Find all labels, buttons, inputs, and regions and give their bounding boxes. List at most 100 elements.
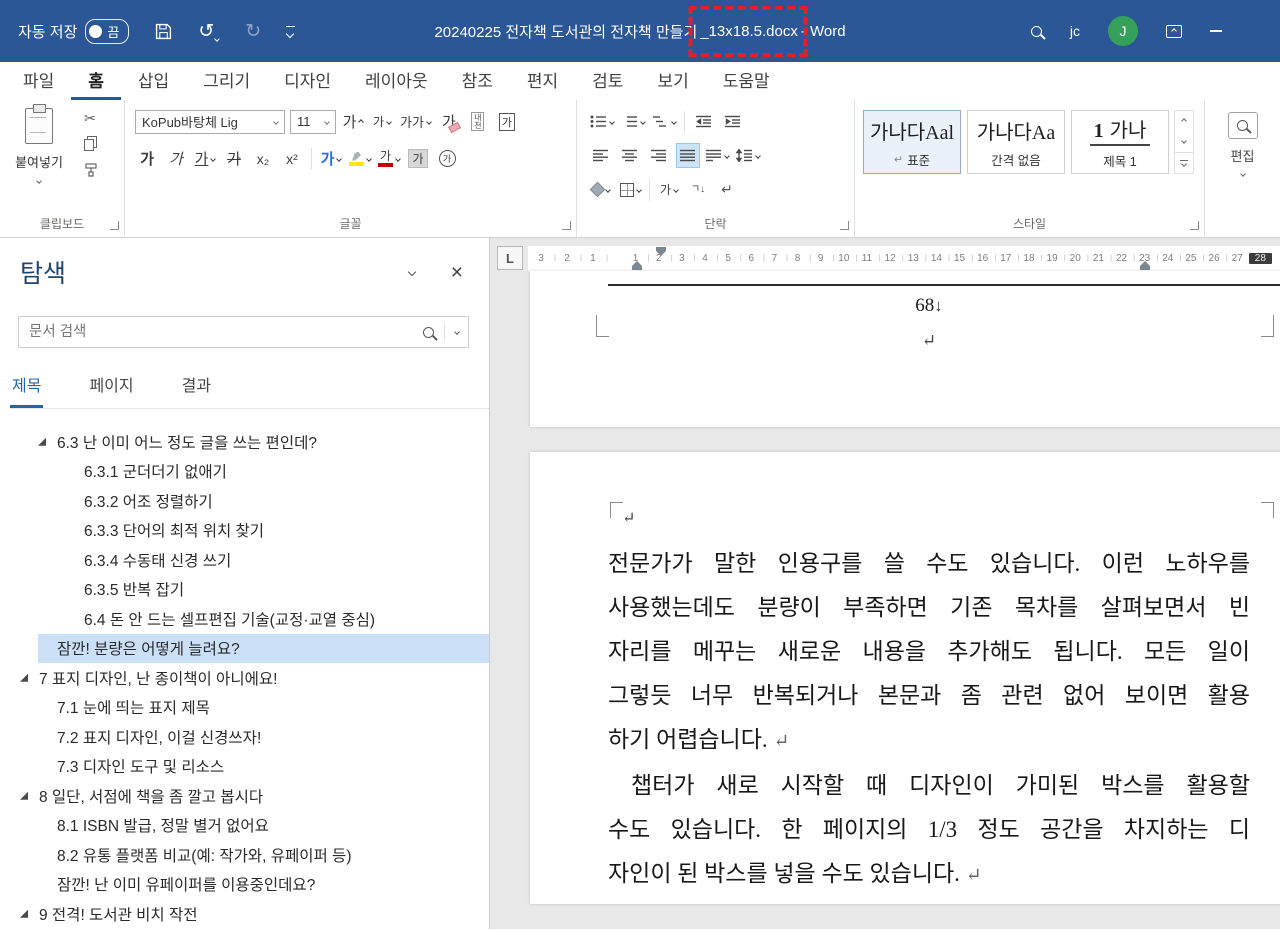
shading-button[interactable]	[589, 177, 613, 202]
paste-button[interactable]: 붙여넣기	[6, 104, 72, 216]
autosave-toggle[interactable]: 자동 저장 끔	[18, 18, 130, 44]
bullet-list-button[interactable]	[589, 109, 615, 134]
grow-font-button[interactable]: 가	[341, 109, 365, 134]
navigation-tab[interactable]: 제목	[10, 372, 44, 408]
styles-dialog-launcher[interactable]	[1190, 221, 1199, 230]
show-formatting-marks-button[interactable]: ↵	[715, 177, 739, 202]
ribbon-tab[interactable]: 홈	[71, 62, 121, 100]
style-card[interactable]: 가나다Aal ↵ 표준	[863, 110, 961, 174]
increase-indent-button[interactable]	[721, 109, 745, 134]
nav-heading-item[interactable]: 8.1 ISBN 발급, 정말 별거 없어요	[38, 811, 489, 841]
style-card[interactable]: 1 가나 제목 1	[1071, 110, 1169, 174]
ribbon-tab[interactable]: 참조	[445, 62, 510, 100]
nav-heading-item[interactable]: 6.4 돈 안 드는 셀프편집 기술(교정·교열 중심)	[84, 604, 489, 634]
navigation-tab[interactable]: 페이지	[87, 372, 135, 408]
gallery-scroll-down-button[interactable]	[1175, 131, 1193, 151]
numbered-list-button[interactable]	[620, 109, 646, 134]
clear-formatting-button[interactable]: 가	[437, 109, 461, 134]
nav-heading-item[interactable]: 7 표지 디자인, 난 종이책이 아니에요!	[20, 663, 489, 693]
line-spacing-button[interactable]	[735, 143, 761, 168]
nav-heading-item[interactable]: 6.3.5 반복 잡기	[84, 575, 489, 605]
undo-button[interactable]: ↺	[198, 22, 221, 42]
strikethrough-button[interactable]: 가	[222, 146, 246, 171]
justify-button[interactable]	[676, 143, 700, 168]
nav-heading-item[interactable]: 8.2 유통 플랫폼 비교(예: 작가와, 유페이퍼 등)	[38, 840, 489, 870]
ribbon-tab[interactable]: 파일	[6, 62, 71, 100]
pane-options-chevron-icon[interactable]	[407, 267, 416, 277]
character-alignment-button[interactable]: 가	[657, 177, 681, 202]
multilevel-list-button[interactable]	[651, 109, 677, 134]
search-icon[interactable]	[1030, 25, 1042, 37]
document-page-previous[interactable]: 68↓ ↵	[530, 271, 1280, 427]
close-pane-icon[interactable]: ×	[451, 262, 463, 283]
font-size-combo[interactable]: 11	[290, 109, 336, 134]
nav-heading-item[interactable]: 6.3.2 어조 정렬하기	[84, 486, 489, 516]
nav-heading-item[interactable]: 잠깐! 난 이미 유페이퍼를 이용중인데요?	[38, 870, 489, 900]
borders-button[interactable]	[618, 177, 642, 202]
nav-heading-item[interactable]: 7.3 디자인 도구 및 리소스	[38, 752, 489, 782]
enclose-characters-button[interactable]: 가	[435, 146, 459, 171]
italic-button[interactable]: 가	[164, 146, 188, 171]
horizontal-ruler[interactable]: 321 123456789101112131415161718192021222…	[528, 246, 1280, 271]
nav-heading-item[interactable]: 6.3 난 이미 어느 정도 글을 쓰는 편인데?	[38, 427, 489, 457]
navigation-tab[interactable]: 결과	[180, 372, 213, 408]
customize-qat-button[interactable]	[285, 25, 296, 38]
ribbon-tab[interactable]: 도움말	[706, 62, 787, 100]
align-left-button[interactable]	[589, 143, 613, 168]
document-page[interactable]: ↵ 전문가가 말한 인용구를 쓸 수도 있습니다. 이런 노하우를 사용했는데도 …	[530, 452, 1280, 904]
tab-stop-selector[interactable]: L	[497, 246, 523, 270]
expand-triangle-icon[interactable]	[38, 438, 57, 446]
gallery-more-button[interactable]	[1175, 151, 1193, 173]
paragraph-dialog-launcher[interactable]	[840, 221, 849, 230]
ribbon-tab[interactable]: 디자인	[267, 62, 348, 100]
search-input[interactable]	[19, 317, 404, 347]
expand-triangle-icon[interactable]	[20, 674, 39, 682]
shrink-font-button[interactable]: 가	[370, 109, 394, 134]
font-color-button[interactable]: 가	[377, 146, 401, 171]
nav-heading-item[interactable]: 6.3.4 수동태 신경 쓰기	[84, 545, 489, 575]
nav-heading-item[interactable]: 7.1 눈에 띄는 표지 제목	[38, 693, 489, 723]
expand-triangle-icon[interactable]	[20, 910, 39, 918]
align-center-button[interactable]	[618, 143, 642, 168]
font-dialog-launcher[interactable]	[562, 221, 571, 230]
ribbon-tab[interactable]: 검토	[575, 62, 640, 100]
style-card[interactable]: 가나다Aa 간격 없음	[967, 110, 1065, 174]
nav-heading-item[interactable]: 8 일단, 서점에 책을 좀 깔고 봅시다	[20, 781, 489, 811]
expand-triangle-icon[interactable]	[20, 792, 39, 800]
clipboard-dialog-launcher[interactable]	[110, 221, 119, 230]
ribbon-display-options-icon[interactable]	[1166, 24, 1182, 38]
distribute-text-button[interactable]	[705, 143, 730, 168]
gallery-scroll-up-button[interactable]	[1175, 111, 1193, 131]
text-effects-button[interactable]: 가	[319, 146, 343, 171]
ribbon-tab[interactable]: 삽입	[121, 62, 186, 100]
minimize-button[interactable]	[1210, 30, 1222, 32]
ribbon-tab[interactable]: 레이아웃	[348, 62, 445, 100]
search-options-chevron-icon[interactable]	[454, 329, 460, 335]
cut-button[interactable]: ✂	[84, 110, 98, 127]
bold-button[interactable]: 가	[135, 146, 159, 171]
align-right-button[interactable]	[647, 143, 671, 168]
phonetic-guide-button[interactable]: 내 천	[466, 109, 490, 134]
ribbon-tab[interactable]: 보기	[640, 62, 705, 100]
avatar[interactable]: J	[1108, 16, 1138, 46]
change-case-button[interactable]: 가가	[399, 109, 432, 134]
decrease-indent-button[interactable]	[692, 109, 716, 134]
format-painter-button[interactable]	[84, 163, 98, 177]
character-border-button[interactable]: 가	[495, 109, 519, 134]
save-button[interactable]	[155, 23, 172, 40]
copy-button[interactable]	[84, 139, 98, 151]
nav-heading-item[interactable]: 7.2 표지 디자인, 이걸 신경쓰자!	[38, 722, 489, 752]
underline-button[interactable]: 가	[193, 146, 217, 171]
font-name-combo[interactable]: KoPub바탕체 Lig	[135, 109, 285, 134]
nav-heading-item[interactable]: 6.3.1 군더더기 없애기	[84, 457, 489, 487]
nav-heading-item[interactable]: 잠깐! 분량은 어떻게 늘려요?	[38, 633, 489, 663]
document-search-box[interactable]	[18, 316, 469, 348]
superscript-button[interactable]: x²	[280, 146, 304, 171]
sort-button[interactable]: ㄱ ↓	[686, 177, 710, 202]
search-icon[interactable]	[423, 326, 434, 338]
subscript-button[interactable]: x₂	[251, 146, 275, 171]
nav-heading-item[interactable]: 6.3.3 단어의 최적 위치 찾기	[84, 516, 489, 546]
character-shading-button[interactable]: 가	[406, 146, 430, 171]
ribbon-tab[interactable]: 편지	[510, 62, 575, 100]
editing-button[interactable]: 편집	[1213, 112, 1273, 177]
